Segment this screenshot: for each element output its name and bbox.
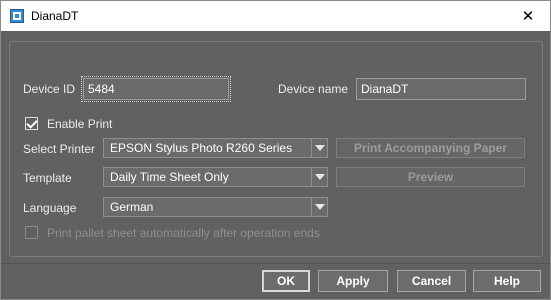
cancel-button[interactable]: Cancel bbox=[397, 270, 466, 292]
template-select-value: Daily Time Sheet Only bbox=[110, 170, 229, 184]
template-select[interactable]: Daily Time Sheet Only bbox=[103, 167, 328, 187]
chevron-down-icon[interactable] bbox=[311, 139, 327, 157]
print-pallet-sheet-label: Print pallet sheet automatically after o… bbox=[47, 226, 320, 240]
help-button[interactable]: Help bbox=[473, 270, 541, 292]
title-bar: DianaDT ✕ bbox=[1, 1, 550, 32]
print-accompanying-paper-button[interactable]: Print Accompanying Paper bbox=[336, 138, 525, 158]
app-icon bbox=[10, 9, 24, 23]
device-id-label: Device ID bbox=[23, 82, 76, 96]
template-label: Template bbox=[23, 171, 72, 185]
print-pallet-sheet-checkbox[interactable] bbox=[25, 226, 38, 239]
close-button[interactable]: ✕ bbox=[506, 1, 550, 31]
printer-select[interactable]: EPSON Stylus Photo R260 Series bbox=[103, 138, 328, 158]
enable-print-checkbox[interactable] bbox=[25, 117, 38, 130]
device-name-label: Device name bbox=[278, 82, 349, 96]
language-select-value: German bbox=[110, 200, 154, 214]
printer-select-value: EPSON Stylus Photo R260 Series bbox=[110, 141, 293, 155]
preview-button[interactable]: Preview bbox=[336, 167, 525, 187]
device-name-input[interactable]: DianaDT bbox=[356, 78, 526, 100]
window-title: DianaDT bbox=[31, 9, 79, 23]
enable-print-label: Enable Print bbox=[47, 117, 113, 131]
ok-button[interactable]: OK bbox=[262, 270, 310, 292]
chevron-down-icon[interactable] bbox=[311, 198, 327, 216]
chevron-down-icon[interactable] bbox=[311, 168, 327, 186]
device-id-input[interactable]: 5484 bbox=[81, 76, 231, 102]
footer-divider bbox=[1, 263, 550, 264]
language-label: Language bbox=[23, 201, 77, 215]
dialog-window: DianaDT ✕ Device ID 5484 Device name Dia… bbox=[0, 0, 551, 300]
language-select[interactable]: German bbox=[103, 197, 328, 217]
select-printer-label: Select Printer bbox=[23, 142, 96, 156]
apply-button[interactable]: Apply bbox=[318, 270, 388, 292]
